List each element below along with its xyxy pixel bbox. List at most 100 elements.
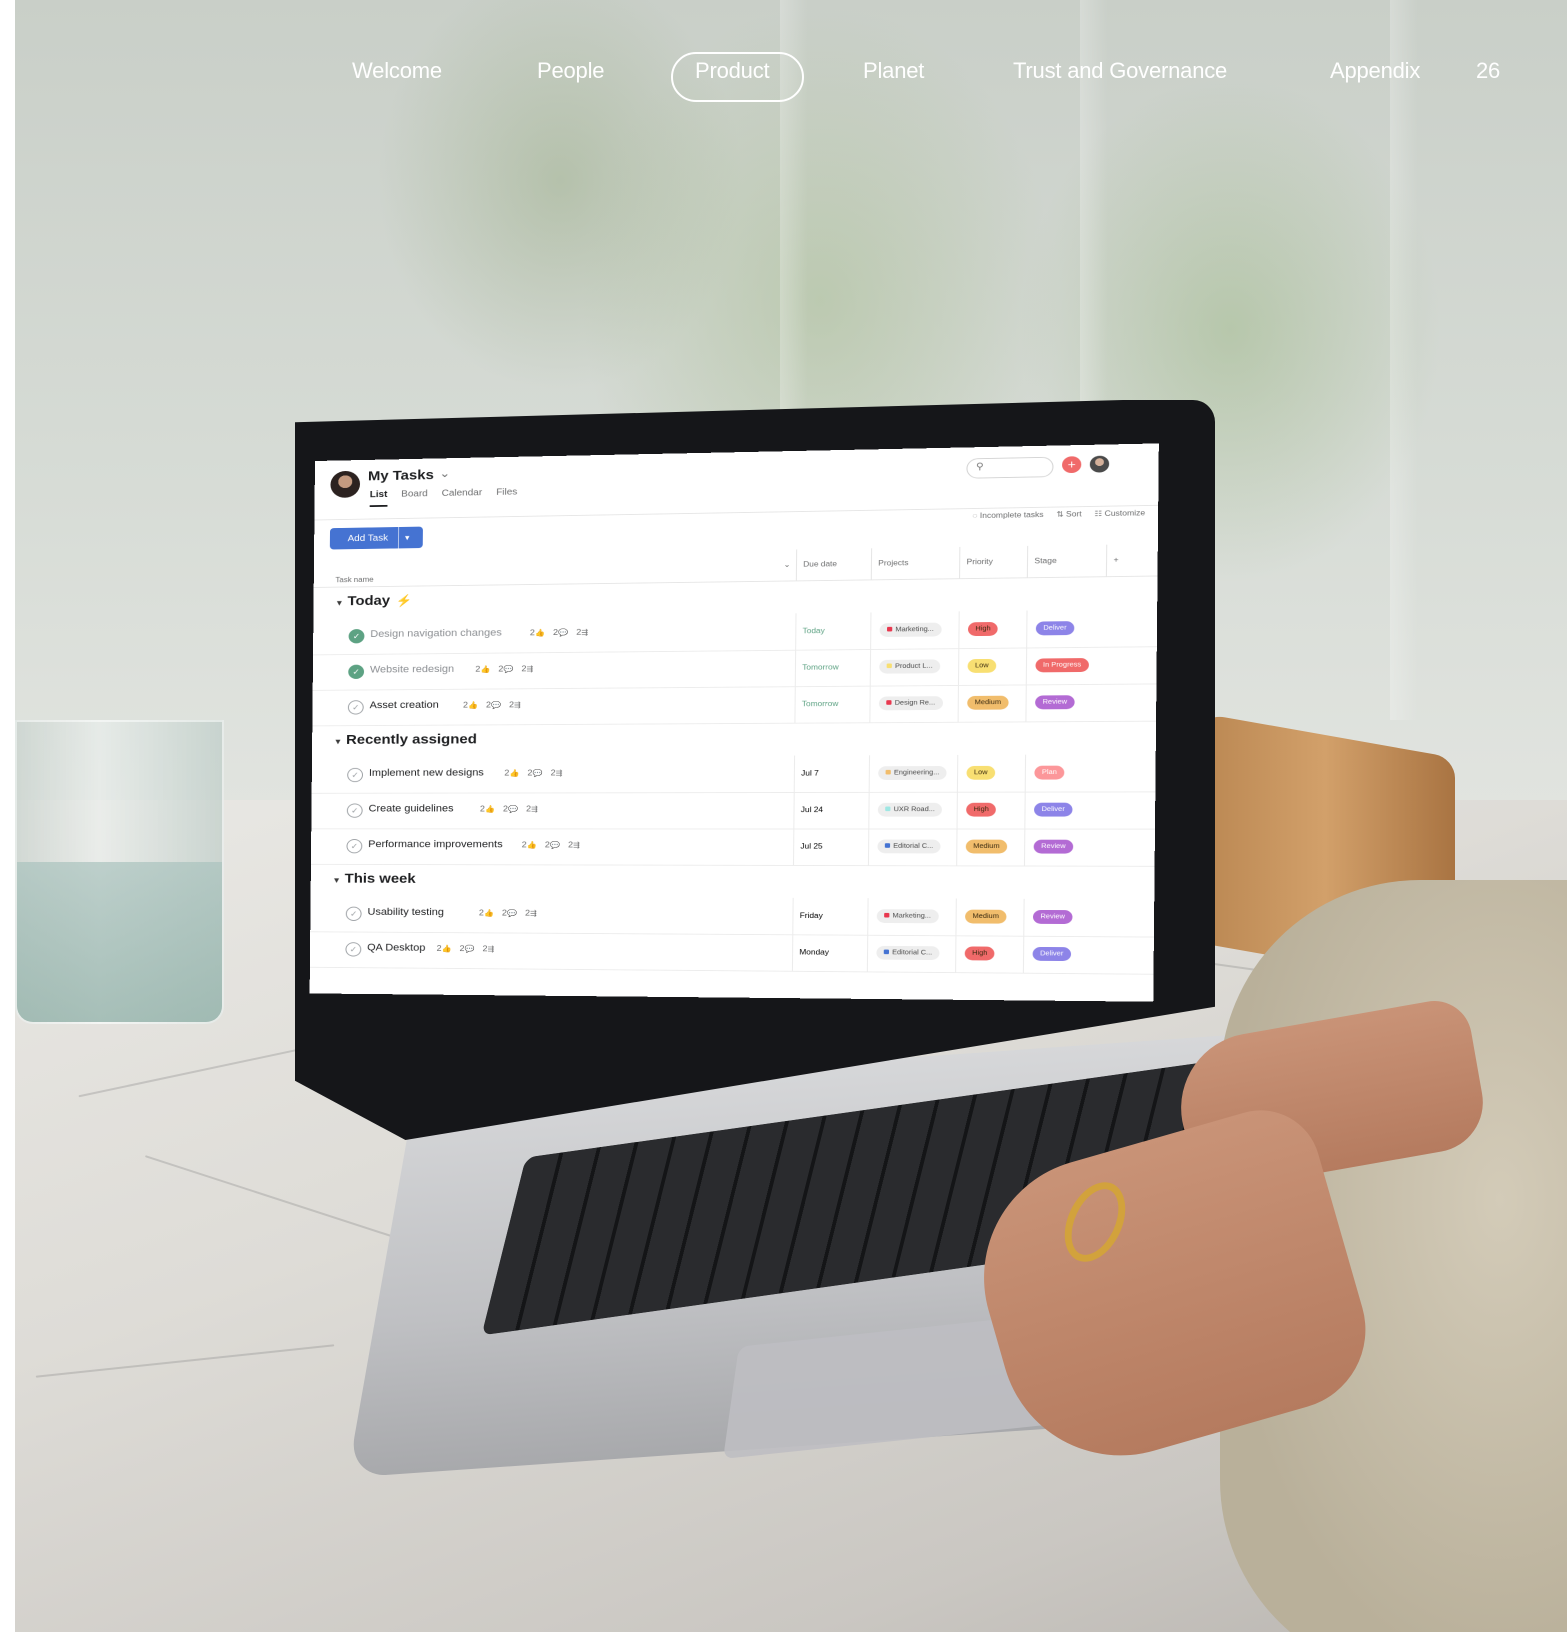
due-date-cell[interactable]: Jul 7 [794, 755, 870, 792]
project-cell[interactable]: Marketing... [870, 611, 960, 649]
project-pill[interactable]: Design Re... [879, 696, 943, 710]
complete-checkbox[interactable]: ✓ [346, 839, 362, 853]
project-pill[interactable]: Editorial C... [876, 946, 939, 960]
priority-pill[interactable]: Medium [966, 840, 1007, 854]
stage-cell[interactable]: Review [1024, 829, 1100, 866]
project-pill[interactable]: Editorial C... [877, 840, 940, 854]
stage-pill[interactable]: Review [1035, 695, 1075, 709]
project-pill[interactable]: Product L... [879, 659, 940, 673]
priority-cell[interactable]: High [956, 792, 1025, 829]
task-name[interactable]: Asset creation [370, 700, 439, 711]
column-task-name[interactable]: Task name [329, 565, 373, 596]
stage-cell[interactable]: Review [1025, 684, 1101, 722]
nav-people[interactable]: People [537, 58, 604, 84]
tab-board[interactable]: Board [401, 489, 428, 506]
due-date-cell[interactable]: Jul 24 [793, 792, 869, 829]
stage-pill[interactable]: Review [1034, 840, 1074, 854]
section-header[interactable]: ▾ Today ⚡ [337, 593, 412, 609]
nav-appendix[interactable]: Appendix [1330, 58, 1420, 84]
project-pill[interactable]: UXR Road... [878, 803, 943, 817]
stage-pill[interactable]: Deliver [1036, 621, 1074, 635]
priority-cell[interactable]: High [955, 935, 1024, 972]
task-name[interactable]: Implement new designs [369, 767, 484, 778]
tab-calendar[interactable]: Calendar [442, 488, 483, 506]
task-name[interactable]: Create guidelines [369, 803, 454, 814]
stage-pill[interactable]: Deliver [1033, 947, 1071, 961]
priority-pill[interactable]: Medium [967, 696, 1008, 710]
stage-cell[interactable]: Deliver [1026, 610, 1102, 648]
stage-cell[interactable]: Plan [1025, 754, 1101, 791]
nav-product[interactable]: Product [695, 58, 769, 84]
priority-cell[interactable]: Medium [956, 829, 1025, 866]
table-row[interactable]: ✓ Performance improvements 2👍 2💬 2⇶ Jul 25 Edi… [311, 828, 1155, 866]
nav-trust-and-governance[interactable]: Trust and Governance [1013, 58, 1227, 84]
chevron-down-icon[interactable]: ⌄ [439, 466, 450, 481]
stage-cell[interactable]: Deliver [1024, 792, 1100, 829]
column-priority[interactable]: Priority [959, 546, 993, 578]
user-avatar[interactable] [1090, 456, 1109, 473]
project-pill[interactable]: Marketing... [877, 909, 939, 923]
project-cell[interactable]: Editorial C... [867, 935, 957, 972]
table-row[interactable]: ✓ Create guidelines 2👍 2💬 2⇶ Jul 24 UXR Road..… [311, 791, 1155, 829]
collapse-icon[interactable]: ▾ [336, 737, 341, 746]
collapse-icon[interactable]: ▾ [334, 875, 339, 884]
stage-cell[interactable]: Review [1023, 899, 1099, 936]
priority-cell[interactable]: High [958, 611, 1027, 649]
complete-checkbox[interactable]: ✓ [347, 803, 363, 817]
stage-pill[interactable]: Plan [1034, 766, 1064, 780]
priority-pill[interactable]: High [966, 803, 996, 817]
task-name[interactable]: Website redesign [370, 664, 454, 675]
chevron-down-icon[interactable]: ▾ [399, 533, 415, 543]
add-column-icon[interactable]: + [1106, 545, 1119, 577]
task-name[interactable]: Performance improvements [368, 839, 503, 850]
priority-pill[interactable]: Medium [965, 910, 1006, 924]
stage-pill[interactable]: Deliver [1034, 803, 1072, 817]
section-header[interactable]: ▾ This week [334, 871, 415, 886]
stage-pill[interactable]: Review [1033, 910, 1073, 924]
collapse-icon[interactable]: ▾ [337, 598, 342, 607]
priority-cell[interactable]: Low [958, 648, 1027, 685]
project-cell[interactable]: Marketing... [867, 898, 957, 935]
column-stage[interactable]: Stage [1027, 545, 1057, 577]
tab-list[interactable]: List [370, 490, 388, 507]
priority-pill[interactable]: High [968, 622, 998, 636]
project-cell[interactable]: Engineering... [869, 755, 959, 792]
table-row[interactable]: ✓ Asset creation 2👍 2💬 2⇶ Tomorrow Design Re..… [312, 683, 1156, 726]
nav-planet[interactable]: Planet [863, 58, 924, 84]
project-cell[interactable]: Editorial C... [868, 829, 958, 866]
complete-checkbox[interactable]: ✓ [345, 942, 361, 956]
stage-cell[interactable]: Deliver [1023, 936, 1099, 974]
priority-cell[interactable]: Low [957, 755, 1026, 792]
project-pill[interactable]: Marketing... [880, 623, 942, 637]
due-date-cell[interactable]: Monday [792, 934, 868, 971]
task-name[interactable]: QA Desktop [367, 942, 425, 953]
stage-pill[interactable]: In Progress [1035, 658, 1088, 672]
complete-checkbox[interactable]: ✓ [349, 629, 365, 643]
project-cell[interactable]: UXR Road... [868, 792, 958, 829]
due-date-cell[interactable]: Tomorrow [795, 649, 871, 686]
project-pill[interactable]: Engineering... [878, 766, 947, 780]
nav-welcome[interactable]: Welcome [352, 58, 442, 84]
task-name[interactable]: Design navigation changes [370, 627, 502, 639]
priority-pill[interactable]: Low [968, 659, 997, 673]
sort-button[interactable]: ⇅ Sort [1056, 510, 1081, 519]
project-cell[interactable]: Design Re... [869, 685, 959, 722]
priority-pill[interactable]: Low [966, 766, 995, 780]
column-projects[interactable]: Projects [871, 548, 909, 580]
project-cell[interactable]: Product L... [870, 648, 960, 686]
priority-cell[interactable]: Medium [958, 684, 1027, 721]
due-date-cell[interactable]: Jul 25 [793, 829, 869, 866]
chevron-down-icon[interactable]: ⌄ [777, 550, 790, 581]
incomplete-tasks-filter[interactable]: ◌ Incomplete tasks [972, 511, 1043, 521]
quick-add-button[interactable]: + [1062, 456, 1081, 473]
complete-checkbox[interactable]: ✓ [348, 665, 364, 679]
complete-checkbox[interactable]: ✓ [346, 907, 362, 921]
task-name[interactable]: Usability testing [367, 907, 444, 918]
priority-cell[interactable]: Medium [955, 899, 1024, 936]
add-task-button[interactable]: Add Task ▾ [330, 527, 423, 550]
complete-checkbox[interactable]: ✓ [347, 768, 363, 782]
stage-cell[interactable]: In Progress [1026, 647, 1102, 685]
section-header[interactable]: ▾ Recently assigned [336, 732, 477, 748]
due-date-cell[interactable]: Tomorrow [794, 686, 870, 723]
due-date-cell[interactable]: Today [795, 612, 871, 649]
